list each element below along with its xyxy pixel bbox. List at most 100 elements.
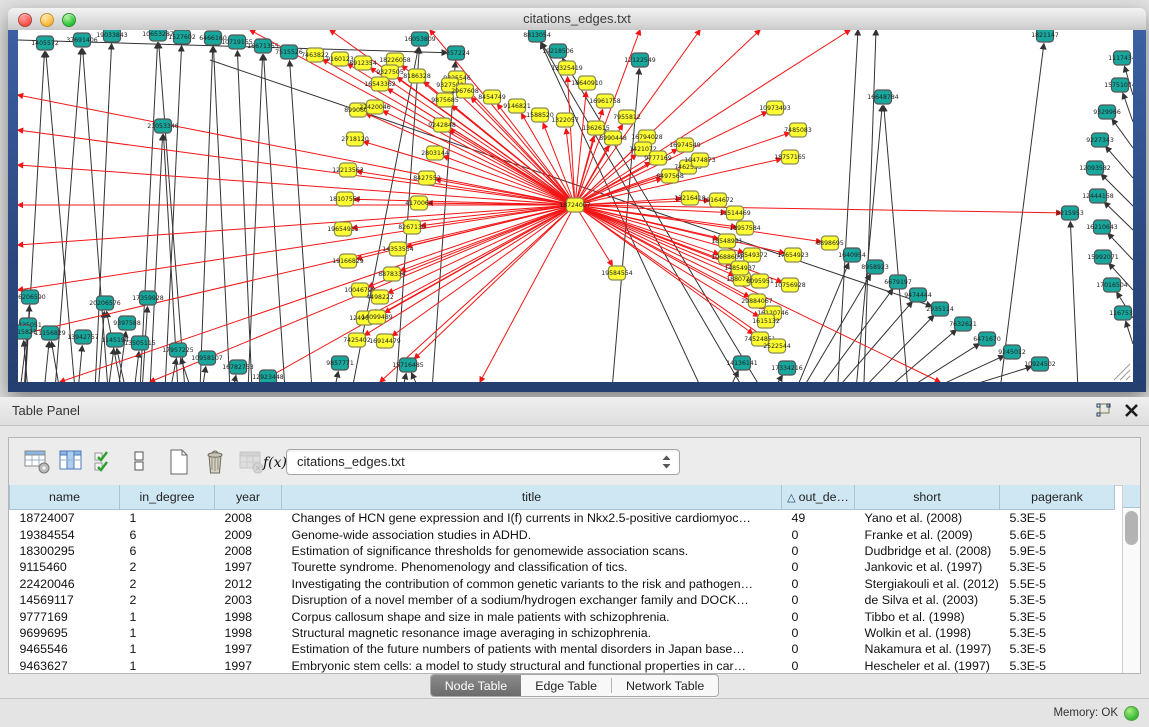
table-cell[interactable]: 1 (120, 658, 215, 673)
graph-node[interactable]: 6471670 (973, 332, 1001, 346)
table-cell[interactable]: 5.3E-5 (1000, 559, 1115, 575)
new-column-button[interactable] (165, 447, 195, 477)
close-panel-icon[interactable] (1124, 403, 1139, 418)
float-panel-icon[interactable] (1095, 402, 1112, 419)
table-row[interactable]: 946362711997Embryonic stem cells: a mode… (10, 658, 1115, 673)
graph-node[interactable]: 8878334 (378, 267, 406, 281)
column-header-out_de[interactable]: △out_de… (782, 485, 855, 510)
column-header-short[interactable]: short (855, 485, 1000, 510)
graph-node[interactable]: 9474444 (904, 288, 932, 302)
table-cell[interactable]: 0 (782, 592, 855, 608)
table-cell[interactable]: 5.3E-5 (1000, 625, 1115, 641)
table-cell[interactable]: 0 (782, 641, 855, 657)
table-cell[interactable]: Disruption of a novel member of a sodium… (282, 592, 782, 608)
column-header-in_degree[interactable]: in_degree (120, 485, 215, 510)
column-header-pagerank[interactable]: pagerank (1000, 485, 1115, 510)
graph-node[interactable]: 8898695 (816, 236, 844, 250)
graph-node[interactable]: 6679197 (884, 275, 912, 289)
graph-node[interactable]: 13216418 (674, 191, 706, 205)
table-cell[interactable]: 0 (782, 576, 855, 592)
table-cell[interactable]: Tourette syndrome. Phenomenology and cla… (282, 559, 782, 575)
scrollbar-thumb[interactable] (1125, 511, 1138, 545)
zoom-button[interactable] (62, 13, 76, 27)
graph-node[interactable]: 7955812 (613, 110, 641, 124)
graph-node[interactable]: 12444158 (1082, 189, 1114, 203)
close-button[interactable] (18, 13, 32, 27)
graph-node[interactable]: 19166829 (332, 254, 364, 268)
table-cell[interactable]: 0 (782, 526, 855, 542)
graph-node[interactable]: 8813054 (523, 30, 551, 42)
graph-node[interactable]: 13325419 (551, 61, 583, 75)
column-header-name[interactable]: name (10, 485, 120, 510)
graph-node[interactable]: 8454749 (478, 90, 506, 104)
table-cell[interactable]: Yano et al. (2008) (855, 510, 1000, 527)
table-mode-button[interactable] (23, 447, 53, 477)
table-cell[interactable]: 1998 (215, 608, 282, 624)
select-columns-button[interactable] (57, 447, 87, 477)
table-cell[interactable]: Tibbo et al. (1998) (855, 608, 1000, 624)
table-cell[interactable]: de Silva et al. (2003) (855, 592, 1000, 608)
table-cell[interactable]: Genome-wide association studies in ADHD. (282, 526, 782, 542)
table-cell[interactable]: 9463627 (10, 658, 120, 673)
table-cell[interactable]: 1 (120, 625, 215, 641)
row-format-button[interactable] (125, 447, 155, 477)
graph-node[interactable]: 1821147 (1031, 30, 1059, 42)
table-cell[interactable]: 2 (120, 592, 215, 608)
table-cell[interactable]: 5.3E-5 (1000, 608, 1115, 624)
graph-node[interactable]: 18107554 (329, 192, 361, 206)
graph-node[interactable]: 9146821 (503, 99, 531, 113)
table-cell[interactable]: 14569117 (10, 592, 120, 608)
table-cell[interactable]: Estimation of the future numbers of pati… (282, 641, 782, 657)
table-cell[interactable]: 5.3E-5 (1000, 592, 1115, 608)
table-row[interactable]: 911546021997Tourette syndrome. Phenomeno… (10, 559, 1115, 575)
table-cell[interactable]: 1997 (215, 658, 282, 673)
graph-node[interactable]: 8958923 (861, 260, 889, 274)
graph-node[interactable]: 2935114 (926, 302, 954, 316)
table-cell[interactable]: Nakamura et al. (1997) (855, 641, 1000, 657)
table-cell[interactable]: 18300295 (10, 543, 120, 559)
table-cell[interactable]: 5.9E-5 (1000, 543, 1115, 559)
table-cell[interactable]: 1997 (215, 559, 282, 575)
table-cell[interactable]: 6 (120, 543, 215, 559)
table-cell[interactable]: Corpus callosum shape and size in male p… (282, 608, 782, 624)
tab-edge-table[interactable]: Edge Table (521, 675, 611, 696)
table-cell[interactable]: 1 (120, 510, 215, 527)
table-cell[interactable]: 2012 (215, 576, 282, 592)
table-row[interactable]: 2242004622012Investigating the contribut… (10, 576, 1115, 592)
graph-node[interactable]: 13942757 (67, 330, 99, 344)
table-scrollbar[interactable] (1122, 485, 1140, 673)
table-cell[interactable]: 5.3E-5 (1000, 641, 1115, 657)
column-header-title[interactable]: title (282, 485, 782, 510)
graph-node[interactable]: 2718120 (341, 132, 369, 146)
table-cell[interactable]: 9699695 (10, 625, 120, 641)
graph-node[interactable]: 7485083 (784, 123, 812, 137)
network-graph[interactable]: 1872400774638229160123891235418226058932… (18, 30, 1133, 382)
table-cell[interactable]: 1998 (215, 625, 282, 641)
table-cell[interactable]: 2008 (215, 543, 282, 559)
table-row[interactable]: 977716911998Corpus callosum shape and si… (10, 608, 1115, 624)
table-row[interactable]: 1830029562008Estimation of significance … (10, 543, 1115, 559)
graph-node[interactable]: 1405572 (31, 36, 59, 50)
column-header-year[interactable]: year (215, 485, 282, 510)
table-cell[interactable]: Franke et al. (2009) (855, 526, 1000, 542)
graph-node[interactable]: 9397588 (113, 316, 141, 330)
table-cell[interactable]: 2 (120, 559, 215, 575)
table-selector-dropdown[interactable]: citations_edges.txt (286, 449, 680, 475)
table-row[interactable]: 1872400712008Changes of HCN gene express… (10, 510, 1115, 527)
graph-node[interactable]: 9857771 (326, 356, 354, 370)
minimize-button[interactable] (40, 13, 54, 27)
graph-node[interactable]: 13505115 (124, 336, 156, 350)
graph-node[interactable]: 12093582 (1079, 161, 1111, 175)
tab-network-table[interactable]: Network Table (612, 675, 718, 696)
graph-node[interactable]: 15992071 (1087, 250, 1119, 264)
table-cell[interactable]: 49 (782, 510, 855, 527)
table-cell[interactable]: 19384554 (10, 526, 120, 542)
graph-node[interactable]: 8215953 (1056, 206, 1084, 220)
graph-node[interactable]: 20206576 (89, 296, 121, 310)
graph-node[interactable]: 18640910 (571, 76, 603, 90)
graph-node[interactable]: 1167532 (1109, 306, 1133, 320)
graph-node[interactable]: 10164672 (702, 193, 734, 207)
table-cell[interactable]: 5.5E-5 (1000, 576, 1115, 592)
graph-node[interactable]: 15751074 (1104, 78, 1133, 92)
network-canvas[interactable]: 1872400774638229160123891235418226058932… (18, 30, 1133, 382)
